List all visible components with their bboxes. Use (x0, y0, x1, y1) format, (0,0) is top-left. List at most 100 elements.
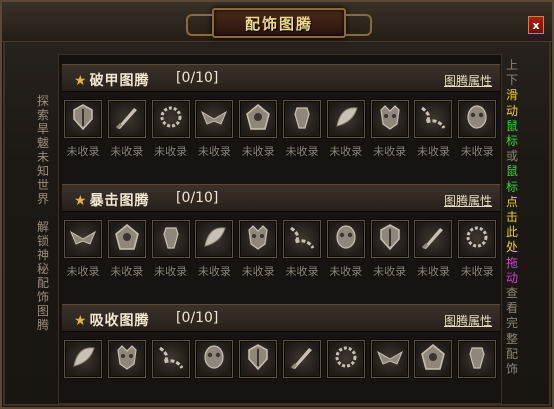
staff-icon (462, 342, 492, 376)
totem-attributes-link[interactable]: 图腾属性 (444, 192, 492, 209)
mask-icon (462, 102, 492, 136)
section-header: ★ 吸收图腾 [0/10] 图腾属性 (62, 304, 500, 332)
totem-slot: 未收录 (195, 220, 235, 279)
urn-icon (287, 102, 317, 136)
totem-slot-box[interactable] (370, 340, 409, 378)
hint-char: 未 (36, 150, 49, 164)
hint-char: 解 (36, 220, 49, 234)
slot-status-label: 未收录 (416, 145, 450, 158)
totem-slot-box[interactable] (195, 340, 234, 378)
totem-slot-box[interactable] (107, 340, 146, 378)
hint-char: 看 (505, 301, 518, 316)
ring-icon (331, 222, 361, 256)
slot-status-label: 未收录 (373, 145, 407, 158)
hint-char: 锁 (36, 234, 49, 248)
totem-slot (370, 340, 411, 378)
hint-char: 滑 (505, 88, 518, 103)
totem-slot-box[interactable] (458, 340, 497, 378)
totem-slot-box[interactable] (195, 100, 234, 138)
slot-status-label: 未收录 (285, 145, 319, 158)
totem-slot-box[interactable] (107, 100, 146, 138)
slot-status-label: 未收录 (110, 145, 144, 158)
section-count: [0/10] (176, 310, 219, 326)
dagger-icon (112, 222, 142, 256)
totem-slot-box[interactable] (239, 340, 278, 378)
totem-slot-box[interactable] (326, 100, 365, 138)
totem-slot-box[interactable] (326, 220, 365, 258)
totem-slot-box[interactable] (458, 100, 497, 138)
wings-icon (68, 342, 98, 376)
star-icon: ★ (74, 73, 88, 89)
totem-slot: 未收录 (326, 220, 367, 279)
totem-slot-box[interactable] (239, 100, 278, 138)
totem-slot-box[interactable] (414, 340, 453, 378)
star-icon: ★ (74, 313, 88, 329)
totem-slot-box[interactable] (107, 220, 146, 258)
totem-slot-box[interactable] (64, 100, 102, 138)
totem-slot-box[interactable] (64, 220, 102, 258)
totem-slot-box[interactable] (370, 220, 409, 258)
totem-slot: 未收录 (107, 220, 148, 279)
totem-slot-box[interactable] (64, 340, 102, 378)
totem-slot-box[interactable] (414, 100, 453, 138)
beast-head-icon (418, 222, 448, 256)
slot-status-label: 未收录 (329, 145, 363, 158)
winged-bat-icon (199, 102, 229, 136)
fish-icon (462, 222, 492, 256)
sword-icon (112, 102, 142, 136)
totem-slot-box[interactable] (283, 100, 321, 138)
section-absorb: ★ 吸收图腾 [0/10] 图腾属性 (62, 304, 500, 400)
slot-status-label: 未收录 (241, 265, 275, 278)
hint-char: 知 (36, 164, 49, 178)
hint-char: 探 (36, 94, 49, 108)
window-title: 配饰图腾 (244, 14, 313, 33)
totem-slot-box[interactable] (458, 220, 497, 258)
left-hint-text: 探索旱魃未知世界解锁神秘配饰图腾 (36, 94, 50, 332)
slot-status-label: 未收录 (197, 265, 231, 278)
totem-slot-box[interactable] (195, 220, 234, 258)
shield-crest-icon (112, 342, 142, 376)
totem-slot: 未收录 (414, 100, 454, 159)
section-count: [0/10] (176, 190, 219, 206)
totem-slot: 未收录 (151, 220, 192, 279)
totem-slot-box[interactable] (326, 340, 365, 378)
flask-icon (375, 342, 405, 376)
totem-slot: 未收录 (458, 100, 498, 159)
totem-slot: 未收录 (64, 100, 104, 159)
slot-status-label: 未收录 (197, 145, 231, 158)
hand-relic-icon (199, 222, 229, 256)
close-button[interactable]: x (528, 16, 544, 34)
totem-slot-box[interactable] (370, 100, 409, 138)
totem-slot-box[interactable] (414, 220, 453, 258)
star-icon: ★ (74, 193, 88, 209)
totem-attributes-link[interactable]: 图腾属性 (444, 72, 492, 89)
title-bar: 配饰图腾 x (2, 2, 552, 42)
hint-char: 点 (505, 194, 518, 209)
totem-slot-box[interactable] (151, 100, 190, 138)
hint-char: 魃 (36, 136, 49, 150)
feather-icon (331, 102, 361, 136)
arrowhead-icon (68, 222, 98, 256)
hint-char: 完 (505, 316, 518, 331)
hint-char: 鼠 (505, 164, 518, 179)
hint-char: 动 (505, 270, 518, 285)
totem-slot: 未收录 (326, 100, 367, 159)
totem-slot-box[interactable] (151, 220, 190, 258)
gauntlet-icon (375, 222, 405, 256)
hint-char: 此 (505, 225, 518, 240)
totem-slot (239, 340, 279, 378)
hint-char: 处 (505, 240, 518, 255)
totem-slot: 未收录 (107, 100, 148, 159)
totem-slot: 未收录 (414, 220, 454, 279)
totem-slot (195, 340, 235, 378)
totem-slot-box[interactable] (239, 220, 278, 258)
totem-slot (283, 340, 323, 378)
totem-attributes-link[interactable]: 图腾属性 (444, 312, 492, 329)
totem-slot-box[interactable] (283, 220, 321, 258)
totem-slot-box[interactable] (151, 340, 190, 378)
hint-char: 鼠 (505, 118, 518, 133)
hint-char: 饰 (36, 290, 49, 304)
slot-status-label: 未收录 (241, 145, 275, 158)
totem-slot-box[interactable] (283, 340, 321, 378)
totem-slot: 未收录 (195, 100, 235, 159)
